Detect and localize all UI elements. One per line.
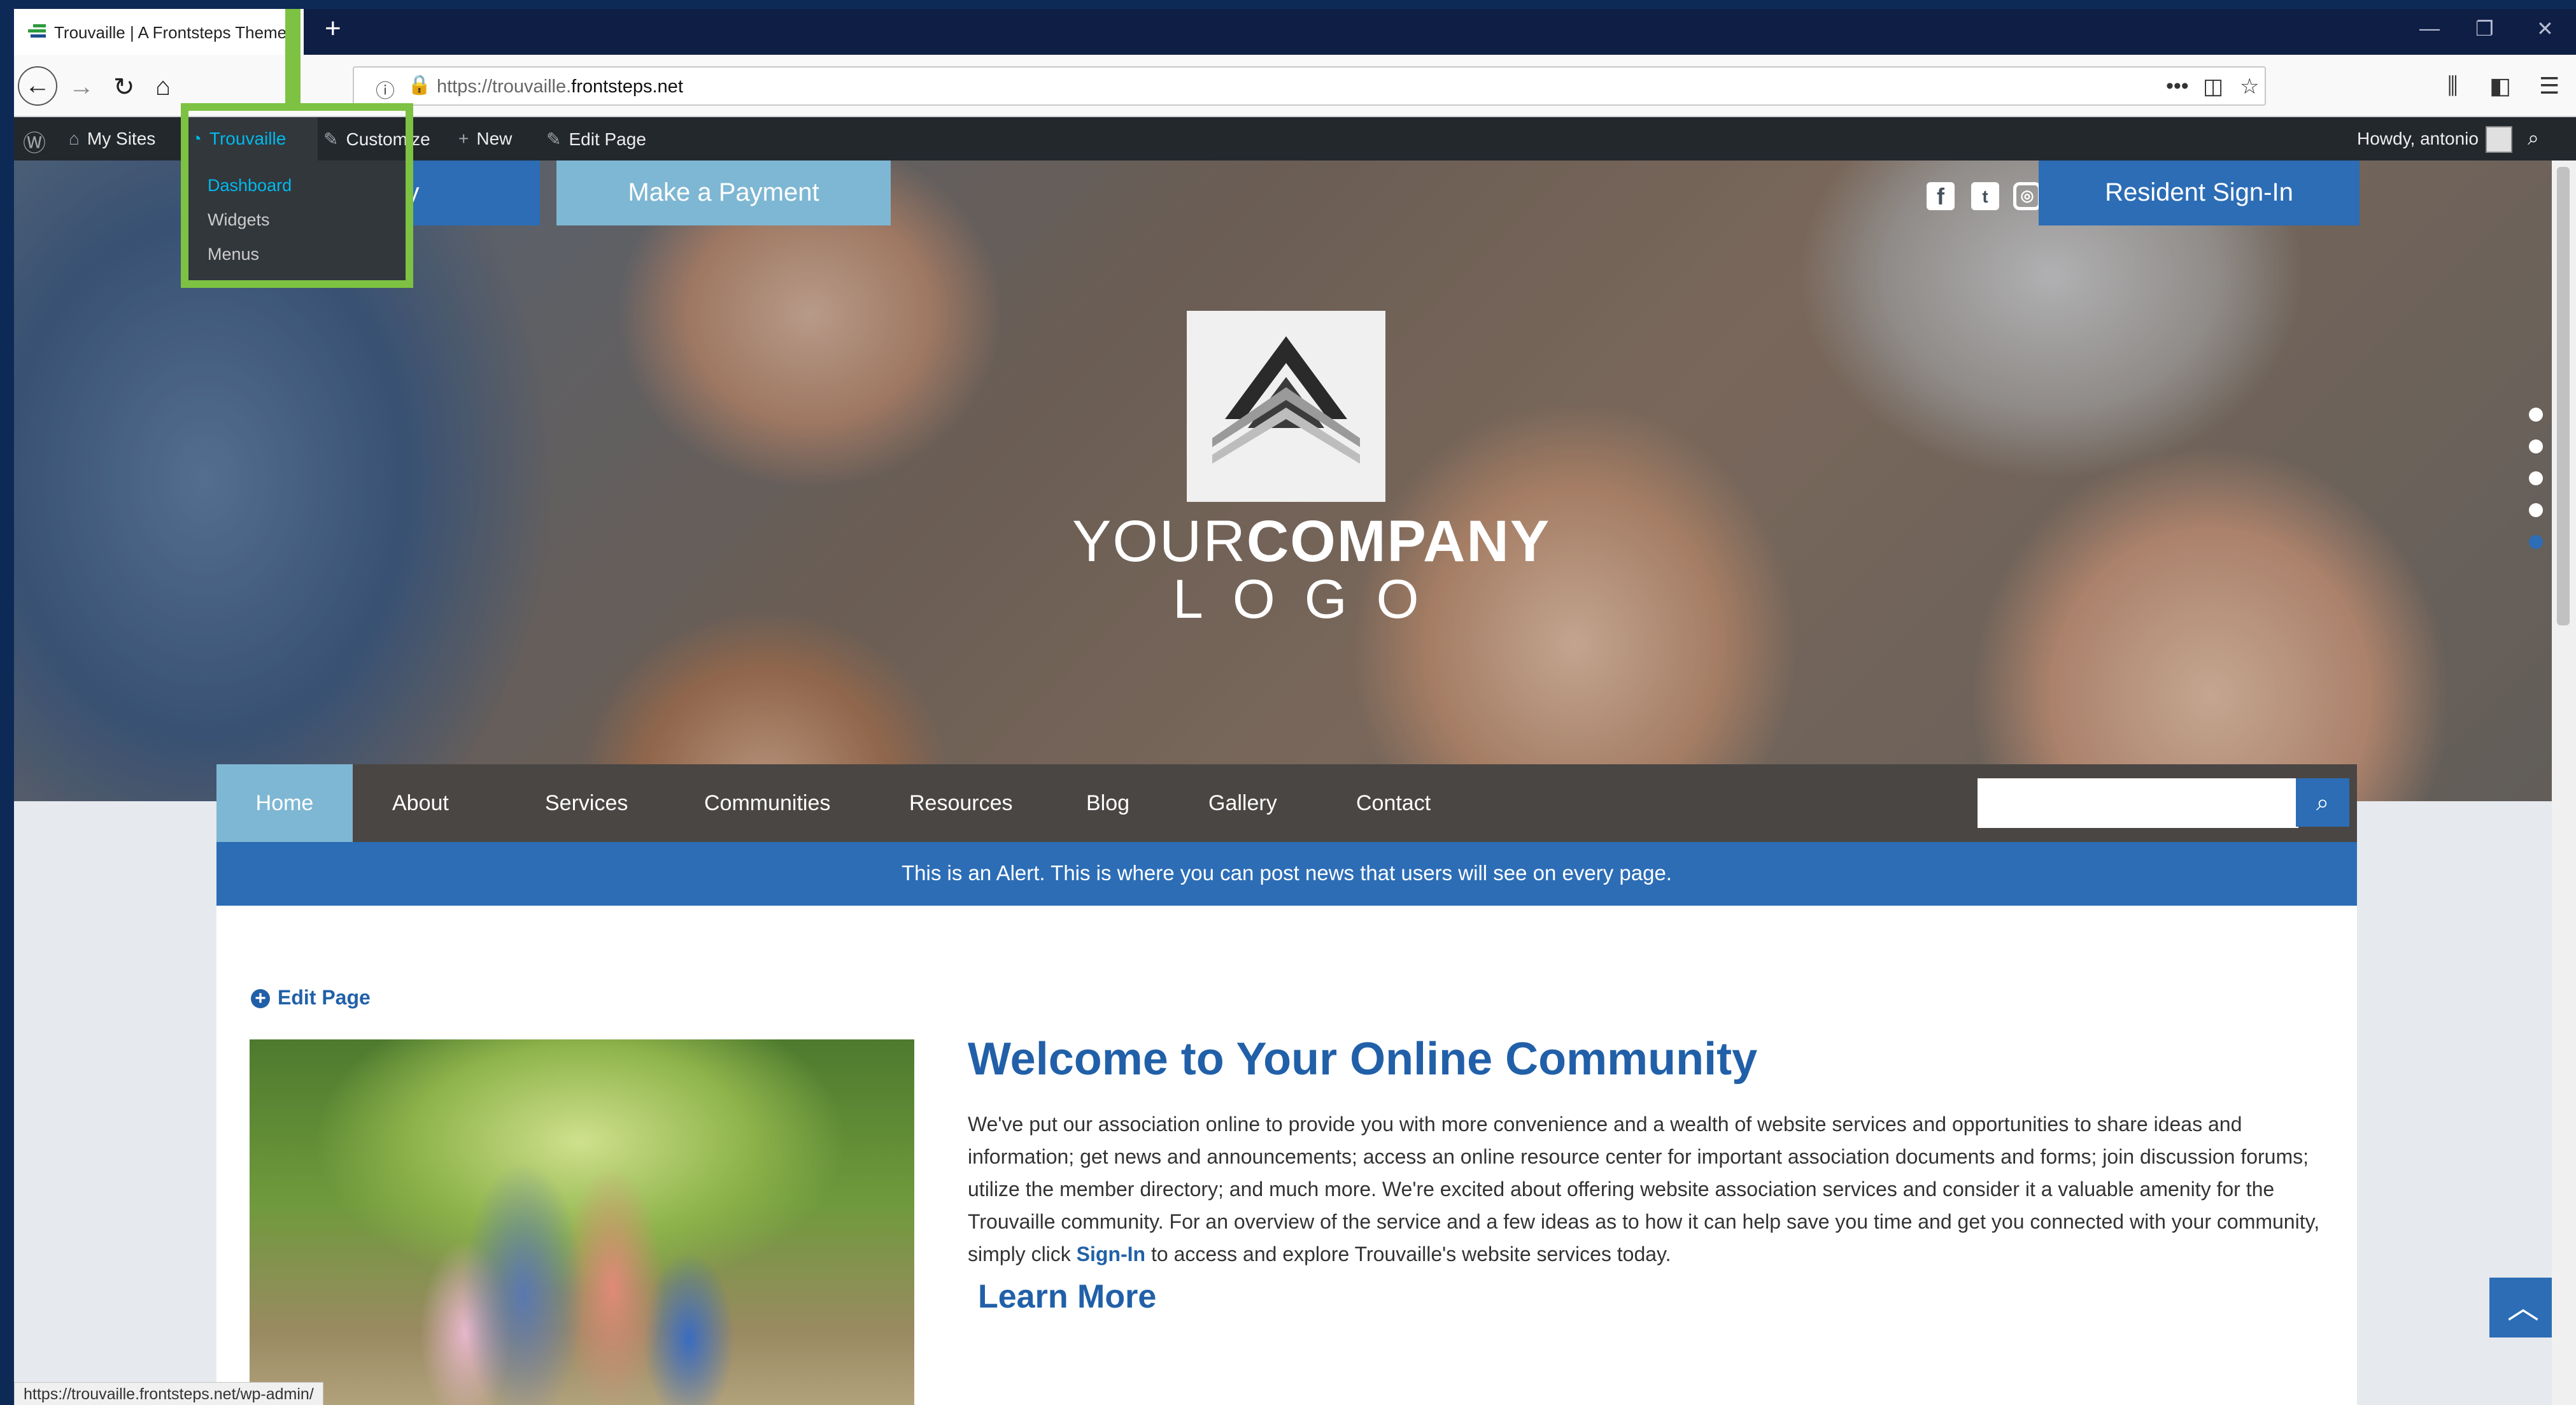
site-name-menu[interactable]: ◔ Trouvaille — [191, 129, 286, 149]
window-close-icon[interactable]: ✕ — [2537, 17, 2554, 41]
nav-item-communities[interactable]: Communities — [704, 764, 830, 842]
status-bar: https://trouvaille.frontsteps.net/wp-adm… — [14, 1382, 323, 1405]
main-content-card: + Edit Page Welcome to Your Online Commun… — [216, 906, 2357, 1405]
make-payment-button[interactable]: Make a Payment — [556, 160, 891, 225]
facebook-icon[interactable]: f — [1927, 182, 1955, 210]
slider-dot-active[interactable] — [2529, 535, 2543, 549]
desktop-frame-top — [0, 0, 2576, 9]
new-content-menu[interactable]: + New — [458, 129, 512, 149]
my-sites-menu[interactable]: ⌂ My Sites — [69, 129, 155, 149]
tab-title: Trouvaille | A Frontsteps Theme — [54, 23, 287, 42]
scrollbar-thumb[interactable] — [2557, 167, 2570, 625]
pocket-icon[interactable]: ◫ — [2203, 74, 2223, 99]
dropdown-item-dashboard[interactable]: Dashboard — [208, 176, 292, 196]
welcome-paragraph: We've put our association online to prov… — [968, 1113, 2320, 1266]
library-icon[interactable]: ⫼ — [2447, 73, 2458, 100]
lock-icon: 🔒 — [407, 75, 432, 96]
dropdown-item-widgets[interactable]: Widgets — [208, 210, 270, 230]
brush-icon: ✎ — [323, 129, 339, 149]
reload-icon[interactable]: ↻ — [113, 73, 135, 102]
pencil-icon: ✎ — [546, 129, 562, 149]
bookmark-star-icon[interactable]: ☆ — [2240, 74, 2259, 99]
my-sites-icon: ⌂ — [69, 129, 80, 148]
slider-dot[interactable] — [2529, 439, 2543, 453]
tab-strip: Trouvaille | A Frontsteps Theme ✕ + — ❐ … — [14, 9, 2576, 55]
edit-page-button[interactable]: + Edit Page — [251, 986, 371, 1009]
new-tab-icon[interactable]: + — [325, 13, 341, 45]
company-logo-subtext: LOGO — [1173, 569, 1448, 630]
company-logo-text: YOURCOMPANY — [1072, 509, 1551, 574]
home-icon[interactable]: ⌂ — [155, 73, 171, 101]
slider-dot[interactable] — [2529, 471, 2543, 485]
back-to-top-button[interactable]: ︿ — [2489, 1278, 2552, 1337]
search-icon[interactable]: ⌕ — [2296, 778, 2349, 827]
customize-link[interactable]: ✎ Customize — [323, 129, 430, 150]
dashboard-gauge-icon: ◔ — [191, 129, 202, 148]
alert-banner: This is an Alert. This is where you can … — [216, 842, 2357, 906]
desktop-frame-left — [0, 9, 14, 1405]
nav-item-services[interactable]: Services — [545, 764, 628, 842]
navigation-toolbar: ← → ↻ ⌂ ⓘ 🔒 https://trouvaille.frontstep… — [14, 55, 2576, 117]
signin-link[interactable]: Sign-In — [1077, 1243, 1145, 1266]
nav-item-gallery[interactable]: Gallery — [1208, 764, 1277, 842]
add-circle-icon: + — [251, 989, 270, 1008]
nav-item-home[interactable]: Home — [216, 764, 353, 842]
page-content: unity Make a Payment f t ◎ Resident Sign… — [14, 160, 2552, 1405]
edit-page-link[interactable]: ✎ Edit Page — [546, 129, 646, 150]
menu-icon[interactable]: ☰ — [2539, 73, 2559, 99]
url-text[interactable]: https://trouvaille.frontsteps.net — [437, 76, 683, 97]
nav-item-blog[interactable]: Blog — [1086, 764, 1129, 842]
page-title: Welcome to Your Online Community — [968, 1034, 1758, 1085]
site-dropdown-menu: Dashboard Widgets Menus — [186, 160, 410, 283]
site-info-icon[interactable]: ⓘ — [376, 75, 395, 103]
forward-icon[interactable]: → — [69, 73, 94, 101]
nav-item-about[interactable]: About — [392, 764, 449, 842]
sidebar-icon[interactable]: ◧ — [2489, 73, 2511, 99]
nav-item-resources[interactable]: Resources — [909, 764, 1013, 842]
restore-icon[interactable]: ❐ — [2475, 17, 2494, 41]
company-logo-mark — [1187, 311, 1385, 502]
page-scrollbar[interactable] — [2552, 160, 2576, 1405]
account-greeting[interactable]: Howdy, antonio — [2357, 129, 2479, 149]
nav-item-contact[interactable]: Contact — [1356, 764, 1431, 842]
highlight-annotation-stem — [285, 9, 301, 105]
browser-window: Trouvaille | A Frontsteps Theme ✕ + — ❐ … — [14, 9, 2576, 1405]
back-icon[interactable]: ← — [18, 66, 57, 106]
page-actions-icon[interactable]: ••• — [2166, 74, 2189, 99]
dropdown-item-menus[interactable]: Menus — [208, 245, 259, 264]
browser-tab[interactable]: Trouvaille | A Frontsteps Theme ✕ — [14, 9, 304, 55]
learn-more-link[interactable]: Learn More — [978, 1278, 1156, 1316]
main-navigation: Home About Services Communities Resource… — [216, 764, 2357, 842]
twitter-icon[interactable]: t — [1971, 182, 1999, 210]
site-favicon-icon — [28, 24, 46, 39]
resident-signin-button[interactable]: Resident Sign-In — [2039, 160, 2360, 225]
site-search-input[interactable] — [1978, 778, 2298, 828]
slider-dot[interactable] — [2529, 408, 2543, 422]
slider-dot[interactable] — [2529, 503, 2543, 517]
instagram-icon[interactable]: ◎ — [2013, 182, 2041, 210]
family-bike-photo — [250, 1039, 914, 1405]
avatar[interactable] — [2486, 126, 2512, 153]
admin-search-icon[interactable]: ⌕ — [2528, 126, 2539, 150]
address-bar[interactable]: ⓘ 🔒 https://trouvaille.frontsteps.net ••… — [353, 66, 2266, 106]
wordpress-logo-icon[interactable]: Ⓦ — [23, 125, 46, 158]
plus-icon: + — [458, 129, 469, 148]
wp-admin-bar: Ⓦ ⌂ My Sites ◔ Trouvaille ✎ Customize + New … — [14, 117, 2576, 160]
minimize-icon[interactable]: — — [2419, 17, 2440, 40]
